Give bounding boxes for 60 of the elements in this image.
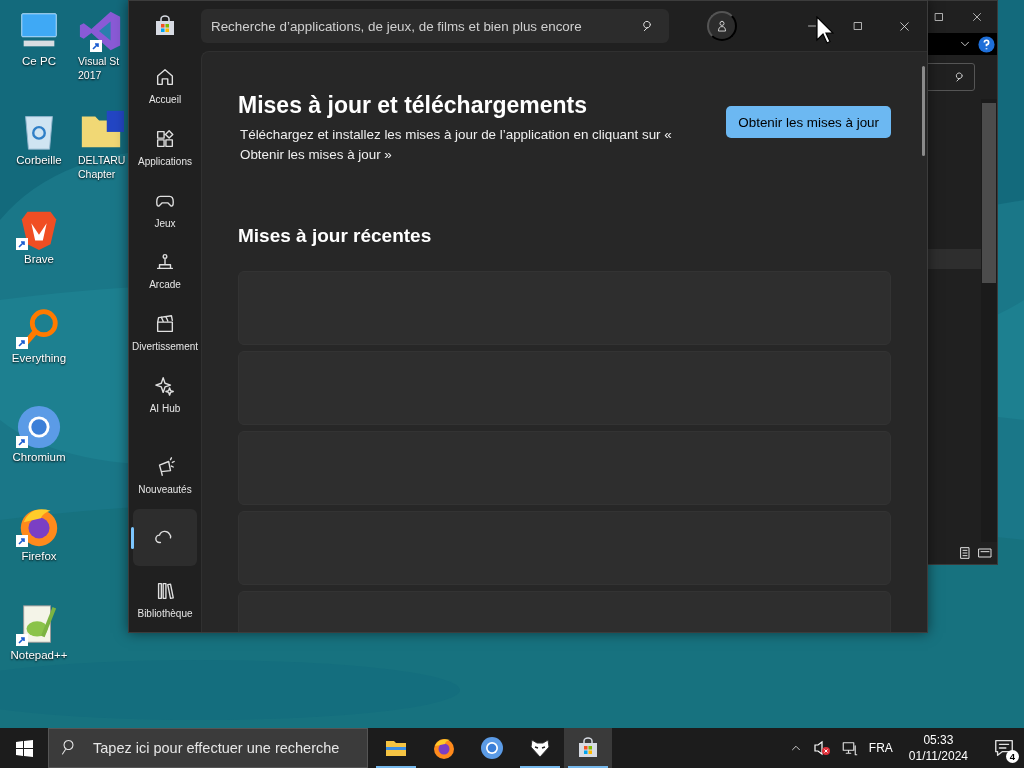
icon-label: Chapter bbox=[78, 167, 116, 181]
nav-item[interactable]: Applications bbox=[133, 118, 197, 177]
close-icon bbox=[897, 19, 911, 33]
icon-label: Corbeille bbox=[16, 153, 62, 167]
windows-icon bbox=[15, 739, 33, 757]
search-field[interactable]: Recherche d’applications, de jeux, de films et bien plus encore bbox=[201, 9, 669, 43]
nav-item[interactable]: Accueil bbox=[133, 57, 197, 115]
page-title: Mises à jour et téléchargements bbox=[238, 92, 588, 119]
icon-label: DELTARU bbox=[78, 153, 126, 167]
shortcut-arrow-icon bbox=[16, 634, 28, 646]
chromium-icon bbox=[16, 404, 62, 450]
nav-item[interactable]: Arcade bbox=[133, 242, 197, 300]
nav-item[interactable]: Jeux bbox=[133, 180, 197, 238]
muted-speaker-icon bbox=[812, 739, 831, 757]
language-indicator[interactable]: FRA bbox=[868, 741, 893, 755]
maximize-icon bbox=[933, 11, 945, 23]
maximize-icon bbox=[852, 20, 864, 32]
taskbar-app[interactable] bbox=[564, 728, 612, 768]
mouse-pointer-icon bbox=[816, 16, 834, 44]
details-view-icon bbox=[957, 545, 973, 561]
scrollbar[interactable] bbox=[922, 66, 925, 156]
scrollbar[interactable] bbox=[981, 99, 997, 542]
icon-label: Chromium bbox=[12, 450, 66, 464]
apps-icon bbox=[154, 128, 176, 150]
clapperboard-icon bbox=[154, 313, 176, 335]
network-icon bbox=[840, 739, 859, 757]
shortcut-arrow-icon bbox=[90, 40, 102, 52]
close-icon bbox=[971, 11, 983, 23]
sparkle-icon bbox=[154, 374, 176, 397]
preview-icon bbox=[977, 545, 993, 561]
nav-item[interactable]: Nouveautés bbox=[133, 446, 197, 505]
get-updates-button[interactable]: Obtenir les mises à jour bbox=[726, 106, 891, 138]
account-button[interactable] bbox=[707, 11, 737, 41]
icon-label: Brave bbox=[23, 252, 54, 266]
shortcut-arrow-icon bbox=[16, 337, 28, 349]
firefox-icon bbox=[432, 736, 456, 760]
person-icon bbox=[715, 18, 729, 34]
icon-label: Ce PC bbox=[22, 54, 56, 68]
help-icon bbox=[978, 35, 995, 53]
notification-count: 4 bbox=[1006, 750, 1019, 763]
description: Téléchargez et installez les mises à jour de l’application en cliquant sur « Obtenir les mises à jour » bbox=[240, 126, 673, 164]
shortcut-arrow-icon bbox=[16, 238, 28, 250]
nav-item[interactable]: Bibliothèque bbox=[133, 570, 197, 628]
nav-item[interactable]: Divertissement bbox=[133, 303, 197, 362]
icon-label: Everything bbox=[11, 351, 67, 365]
section-title: Mises à jour récentes bbox=[238, 225, 433, 247]
icon-label: Notepad++ bbox=[10, 648, 68, 662]
taskbar-search-field[interactable]: Tapez ici pour effectuer une recherche bbox=[48, 728, 368, 768]
store-icon bbox=[576, 736, 600, 760]
clock-time[interactable]: 05:33 bbox=[923, 732, 954, 748]
shortcut-arrow-icon bbox=[16, 535, 28, 547]
chromium-icon bbox=[480, 736, 504, 760]
store-icon bbox=[153, 14, 177, 38]
clock-date[interactable]: 01/11/2024 bbox=[908, 748, 968, 764]
shortcut-arrow-icon bbox=[16, 436, 28, 448]
icon-label: 2017 bbox=[78, 68, 102, 82]
icon-label: Visual St bbox=[78, 54, 120, 68]
notification-icon bbox=[993, 737, 1015, 759]
nav-item[interactable]: AI Hub bbox=[133, 365, 197, 424]
icon-label: Firefox bbox=[21, 549, 57, 563]
